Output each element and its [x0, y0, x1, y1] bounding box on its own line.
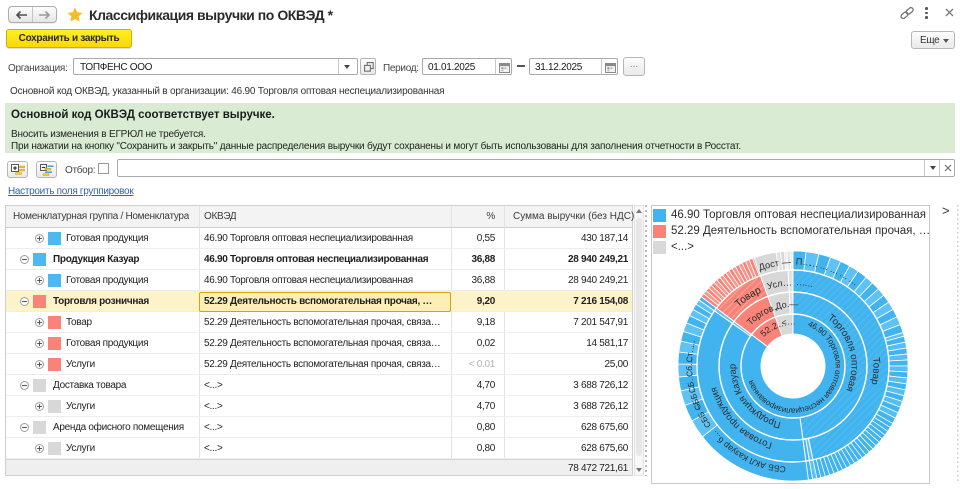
svg-text:…: … — [808, 258, 819, 270]
svg-text:…: … — [804, 278, 815, 290]
svg-text:Товар: Товар — [868, 357, 881, 386]
svg-text:<…: <… — [781, 316, 796, 327]
